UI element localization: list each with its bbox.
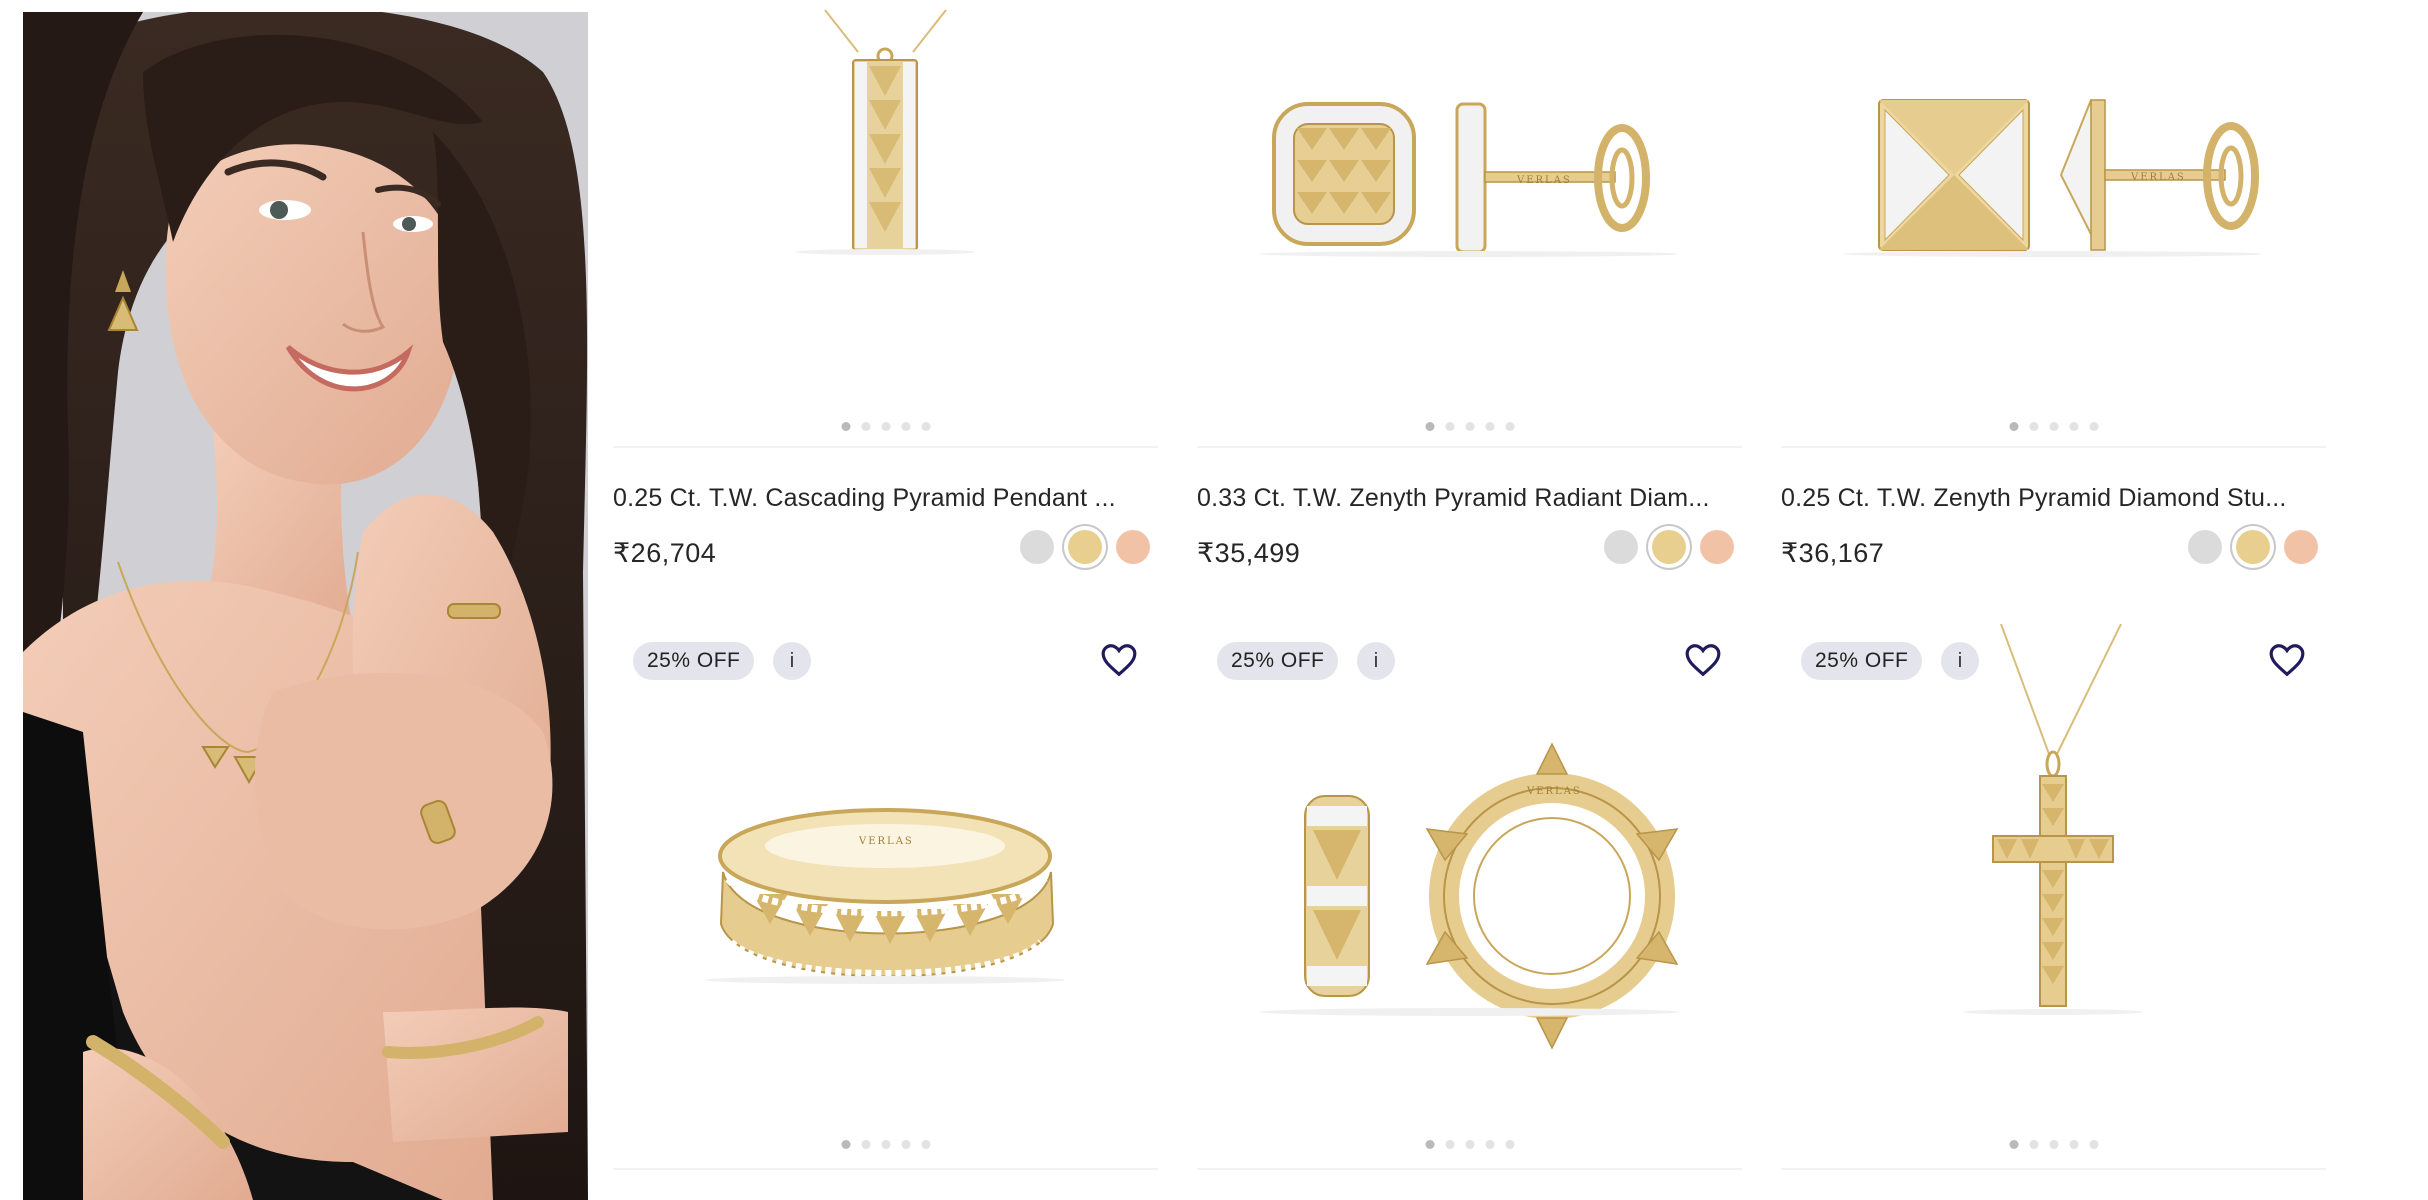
metal-swatches: [1020, 530, 1150, 564]
ring-image: VERLAS: [705, 808, 1065, 984]
pyramid-stud-image: VERLAS: [1843, 99, 2263, 257]
carousel-dot[interactable]: [1465, 422, 1474, 431]
carousel-dot[interactable]: [1465, 1140, 1474, 1149]
carousel-dot[interactable]: [901, 422, 910, 431]
product-image[interactable]: 25% OFF i: [1781, 624, 2326, 1170]
stud-earrings-image: VERLAS: [1259, 102, 1679, 257]
carousel-dot[interactable]: [2049, 1140, 2058, 1149]
hoop-earrings-image: VERLAS: [1259, 742, 1679, 1050]
carousel-dot[interactable]: [2049, 422, 2058, 431]
pendant-image: [795, 9, 975, 255]
product-card[interactable]: VERLAS 0.25 Ct. T.W. Zenyth Pyramid Diam…: [1781, 0, 2326, 568]
carousel-dot[interactable]: [1505, 1140, 1514, 1149]
product-price: ₹35,499: [1197, 538, 1301, 568]
image-carousel-dots[interactable]: [2009, 1140, 2098, 1149]
metal-swatches: [1604, 530, 1734, 564]
carousel-dot[interactable]: [881, 1140, 890, 1149]
product-card[interactable]: 0.25 Ct. T.W. Cascading Pyramid Pendant …: [613, 0, 1158, 568]
carousel-dot[interactable]: [901, 1140, 910, 1149]
carousel-dot[interactable]: [1425, 1140, 1434, 1149]
model-lifestyle-photo[interactable]: [23, 12, 588, 1200]
carousel-dot[interactable]: [1445, 1140, 1454, 1149]
carousel-dot[interactable]: [881, 422, 890, 431]
carousel-dot[interactable]: [2009, 1140, 2018, 1149]
image-carousel-dots[interactable]: [1425, 422, 1514, 431]
yellow-gold-swatch[interactable]: [1652, 530, 1686, 564]
product-image[interactable]: VERLAS 25% OFF i: [1197, 624, 1742, 1170]
image-carousel-dots[interactable]: [2009, 422, 2098, 431]
info-button[interactable]: i: [773, 642, 811, 680]
carousel-dot[interactable]: [2089, 422, 2098, 431]
carousel-dot[interactable]: [2089, 1140, 2098, 1149]
metal-swatches: [2188, 530, 2318, 564]
rose-gold-swatch[interactable]: [2284, 530, 2318, 564]
yellow-gold-swatch[interactable]: [1068, 530, 1102, 564]
carousel-dot[interactable]: [841, 1140, 850, 1149]
image-carousel-dots[interactable]: [1425, 1140, 1514, 1149]
product-image[interactable]: VERLAS: [1781, 0, 2326, 448]
divider: [1197, 1168, 1742, 1170]
divider: [613, 446, 1158, 448]
carousel-dot[interactable]: [2009, 422, 2018, 431]
product-card[interactable]: VERLAS 0.33 Ct. T.W. Zenyth Pyramid Radi…: [1197, 0, 1742, 568]
product-title[interactable]: 0.33 Ct. T.W. Zenyth Pyramid Radiant Dia…: [1197, 484, 1737, 513]
info-button[interactable]: i: [1357, 642, 1395, 680]
white-gold-swatch[interactable]: [1604, 530, 1638, 564]
product-card[interactable]: VERLAS 25% OFF i: [1197, 624, 1742, 1170]
product-image[interactable]: [613, 0, 1158, 448]
heart-icon[interactable]: [2268, 642, 2306, 678]
carousel-dot[interactable]: [861, 422, 870, 431]
yellow-gold-swatch[interactable]: [2236, 530, 2270, 564]
carousel-dot[interactable]: [1445, 422, 1454, 431]
svg-text:VERLAS: VERLAS: [2130, 172, 2186, 183]
cross-pendant-image: [1963, 624, 2143, 1015]
product-image[interactable]: VERLAS: [1197, 0, 1742, 448]
white-gold-swatch[interactable]: [2188, 530, 2222, 564]
divider: [1197, 446, 1742, 448]
product-title[interactable]: 0.25 Ct. T.W. Cascading Pyramid Pendant …: [613, 484, 1153, 513]
product-price: ₹26,704: [613, 538, 717, 568]
svg-text:VERLAS: VERLAS: [1516, 175, 1572, 186]
product-price: ₹36,167: [1781, 538, 1885, 568]
rose-gold-swatch[interactable]: [1116, 530, 1150, 564]
image-carousel-dots[interactable]: [841, 422, 930, 431]
carousel-dot[interactable]: [841, 422, 850, 431]
rose-gold-swatch[interactable]: [1700, 530, 1734, 564]
product-card[interactable]: VERLAS 25% OFF i: [613, 624, 1158, 1170]
discount-badge: 25% OFF: [633, 642, 755, 680]
svg-text:VERLAS: VERLAS: [1526, 786, 1582, 797]
heart-icon[interactable]: [1100, 642, 1138, 678]
carousel-dot[interactable]: [921, 422, 930, 431]
white-gold-swatch[interactable]: [1020, 530, 1054, 564]
carousel-dot[interactable]: [2029, 422, 2038, 431]
divider: [613, 1168, 1158, 1170]
carousel-dot[interactable]: [2069, 422, 2078, 431]
carousel-dot[interactable]: [1505, 422, 1514, 431]
image-carousel-dots[interactable]: [841, 1140, 930, 1149]
divider: [1781, 1168, 2326, 1170]
heart-icon[interactable]: [1684, 642, 1722, 678]
carousel-dot[interactable]: [2069, 1140, 2078, 1149]
divider: [1781, 446, 2326, 448]
discount-badge: 25% OFF: [1217, 642, 1339, 680]
product-image[interactable]: VERLAS 25% OFF i: [613, 624, 1158, 1170]
carousel-dot[interactable]: [861, 1140, 870, 1149]
product-listing-page: 0.25 Ct. T.W. Cascading Pyramid Pendant …: [0, 0, 2428, 1200]
product-card[interactable]: 25% OFF i: [1781, 624, 2326, 1170]
product-title[interactable]: 0.25 Ct. T.W. Zenyth Pyramid Diamond Stu…: [1781, 484, 2321, 513]
carousel-dot[interactable]: [921, 1140, 930, 1149]
carousel-dot[interactable]: [1485, 1140, 1494, 1149]
discount-badge: 25% OFF: [1801, 642, 1923, 680]
carousel-dot[interactable]: [1485, 422, 1494, 431]
carousel-dot[interactable]: [2029, 1140, 2038, 1149]
info-button[interactable]: i: [1941, 642, 1979, 680]
svg-text:VERLAS: VERLAS: [858, 836, 914, 847]
carousel-dot[interactable]: [1425, 422, 1434, 431]
